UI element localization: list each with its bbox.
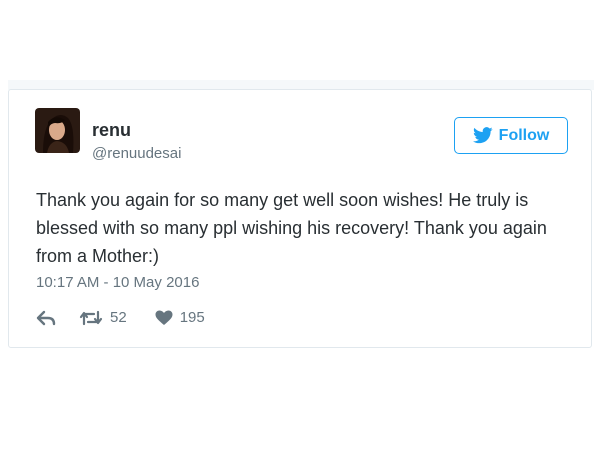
follow-label: Follow xyxy=(498,126,550,144)
display-name[interactable]: renu xyxy=(92,120,131,141)
avatar[interactable] xyxy=(35,108,80,153)
reply-icon xyxy=(36,310,56,325)
tweet-card: renu @renuudesai Follow Thank you again … xyxy=(8,89,592,348)
follow-button[interactable]: Follow xyxy=(454,117,568,154)
like-button[interactable]: 195 xyxy=(155,309,205,326)
like-count: 195 xyxy=(179,309,205,326)
twitter-bird-icon xyxy=(472,127,493,144)
retweet-count: 52 xyxy=(110,309,127,326)
timestamp[interactable]: 10:17 AM - 10 May 2016 xyxy=(36,274,199,291)
reply-button[interactable] xyxy=(36,310,56,326)
user-handle[interactable]: @renuudesai xyxy=(92,145,181,162)
retweet-button[interactable]: 52 xyxy=(79,309,127,326)
retweet-icon xyxy=(79,310,103,325)
tweet-text: Thank you again for so many get well soo… xyxy=(36,190,547,266)
heart-icon xyxy=(155,310,173,325)
tweet-actions: 52 195 xyxy=(36,309,205,326)
